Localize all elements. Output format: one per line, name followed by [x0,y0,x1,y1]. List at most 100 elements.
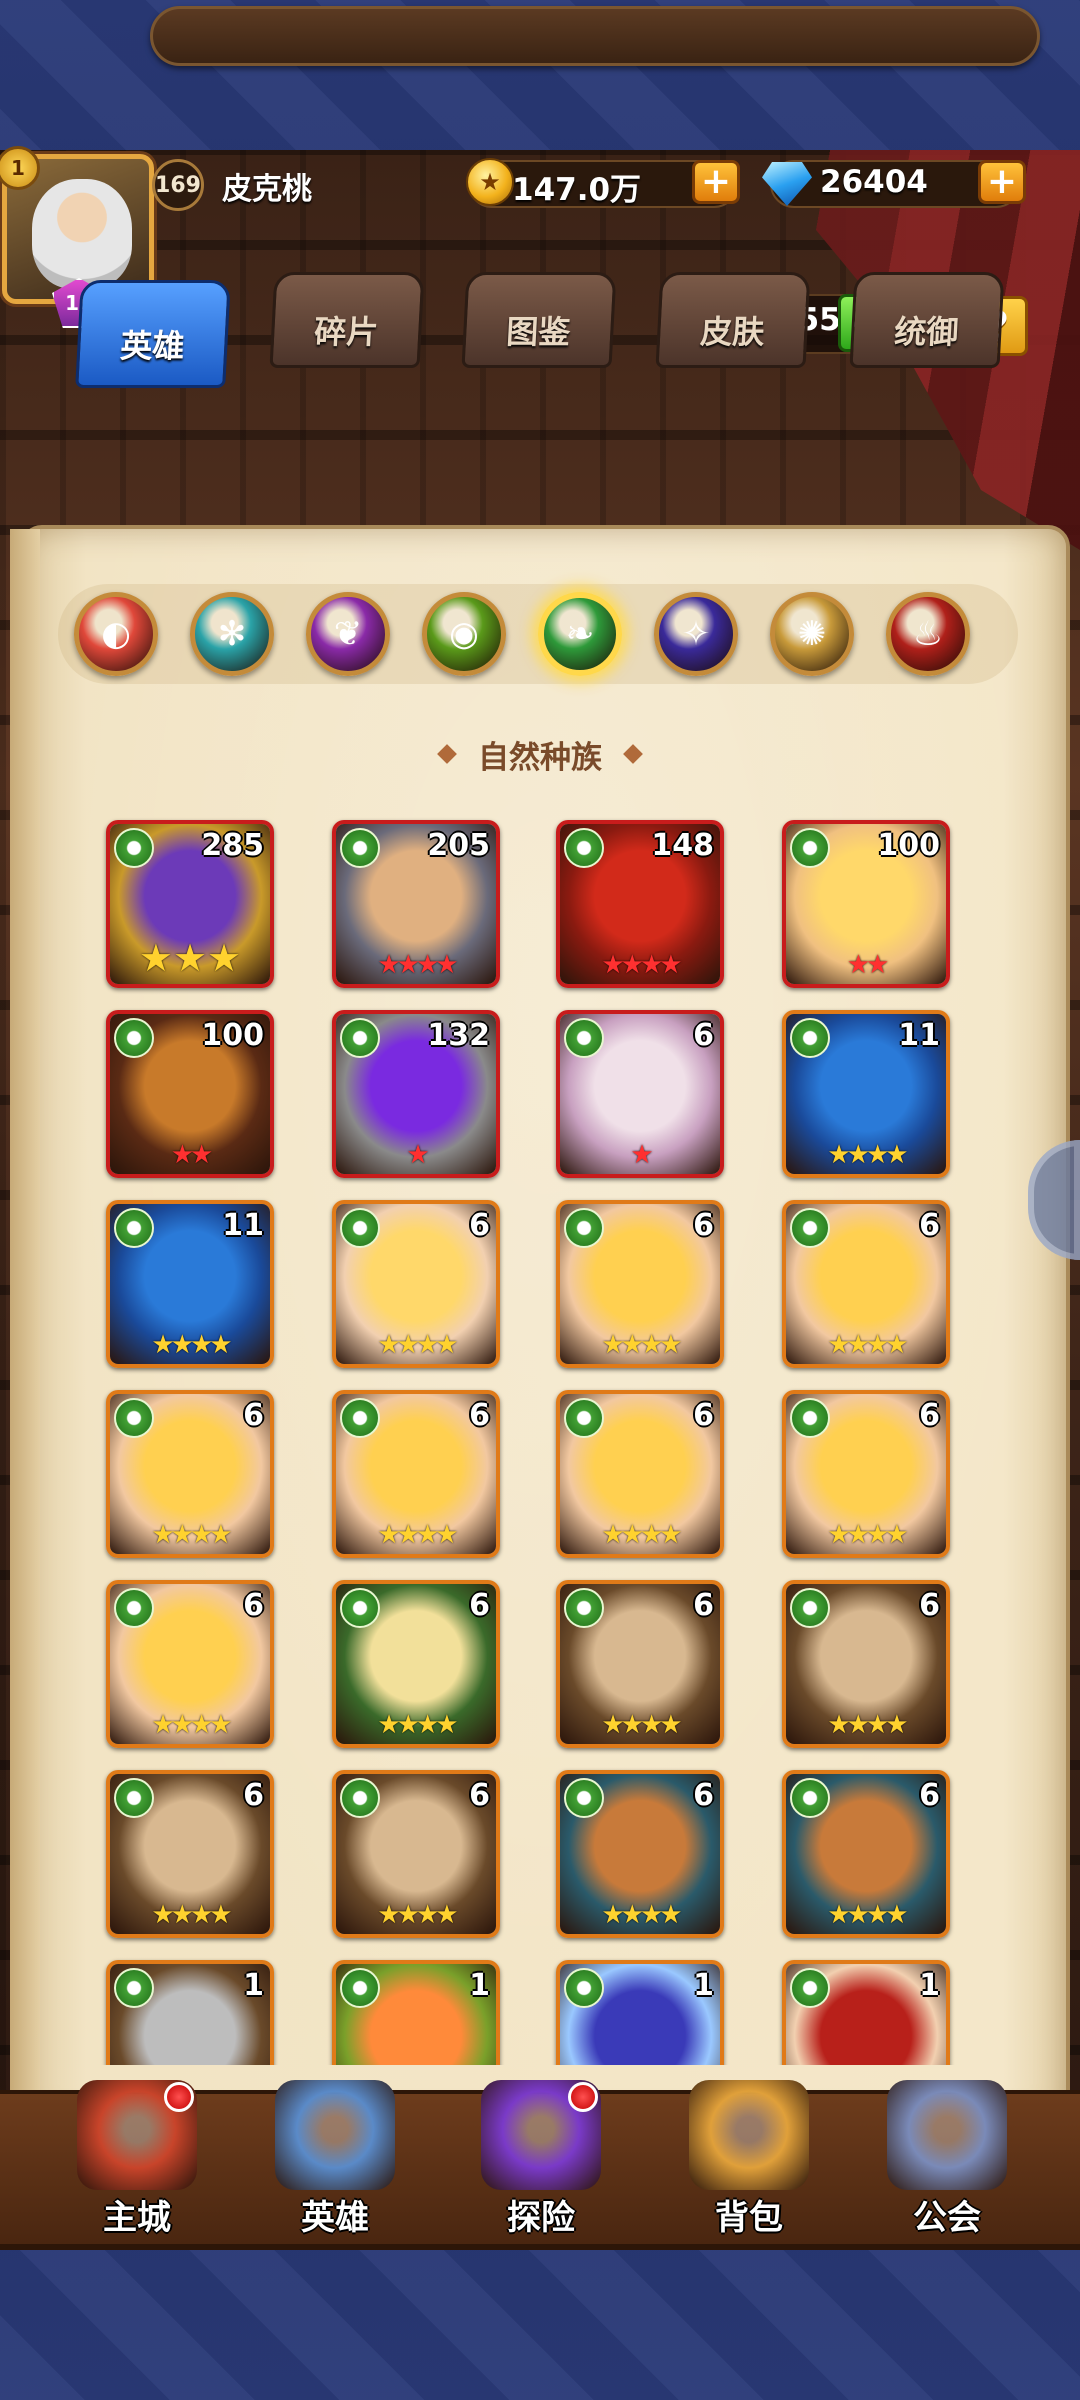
faction-filter-shadow[interactable]: ❦ [306,592,390,676]
hero-card[interactable]: ❧ 1 [782,1960,950,2065]
hero-level: 6 [693,1398,714,1433]
faction-filter-nature[interactable]: ❧ [538,592,622,676]
guild-icon [887,2080,1007,2190]
nav-item-hero[interactable]: 英雄 [250,2080,420,2240]
hero-card[interactable]: ❧ 6 ★★★★ [332,1580,500,1748]
hero-level: 132 [427,1018,490,1053]
nature-faction-icon: ❧ [790,1778,830,1818]
hero-card[interactable]: ❧ 6 ★★★★ [556,1200,724,1368]
hero-icon [275,2080,395,2190]
tab-command[interactable]: 统御 [849,272,1005,368]
hero-card[interactable]: ❧ 6 ★★★★ [106,1390,274,1558]
hero-card[interactable]: ❧ 6 ★★★★ [332,1770,500,1938]
hero-card[interactable]: ❧ 6 ★★★★ [782,1200,950,1368]
player-name: 皮克桃 [222,172,312,207]
nature-faction-icon: ❧ [565,614,595,654]
nav-item-guild[interactable]: 公会 [862,2080,1032,2240]
hero-card[interactable]: ❧ 1 [106,1960,274,2065]
hero-stars: ★★★★ [377,1520,458,1550]
hero-stars: ★★★★ [151,1900,232,1930]
hero-card[interactable]: ❧ 11 ★★★★ [106,1200,274,1368]
hero-stars: ★★ [846,950,890,980]
nav-item-backpack[interactable]: 背包 [664,2080,834,2240]
hero-card[interactable]: ❧ 1 [332,1960,500,2065]
hero-card[interactable]: ❧ 6 ★★★★ [782,1390,950,1558]
faction-filter-demon[interactable]: ✧ [654,592,738,676]
beast-faction-icon: ◉ [449,614,479,654]
faction-filter-fire[interactable]: ♨ [886,592,970,676]
hero-card[interactable]: ❧ 6 ★★★★ [106,1770,274,1938]
hero-level: 6 [693,1778,714,1813]
diamond-ornament-icon [623,744,643,764]
faction-filter-light[interactable]: ✺ [770,592,854,676]
demon-faction-icon: ✧ [681,614,711,654]
faction-filter-beast[interactable]: ◉ [422,592,506,676]
hero-level: 6 [693,1018,714,1053]
hero-stars: ★★★★ [827,1520,908,1550]
hero-stars: ★★★★ [827,1710,908,1740]
hero-level: 11 [898,1018,940,1053]
hero-card[interactable]: ❧ 132 ★ [332,1010,500,1178]
hero-card[interactable]: ❧ 6 ★ [556,1010,724,1178]
hero-card[interactable]: ❧ 100 ★★ [782,820,950,988]
nature-faction-icon: ❧ [564,1208,604,1248]
hero-stars: ★★★★ [377,1710,458,1740]
nav-label: 英雄 [301,2198,369,2238]
hero-card[interactable]: ❧ 6 ★★★★ [556,1390,724,1558]
nature-faction-icon: ❧ [340,1018,380,1058]
hero-card[interactable]: ❧ 205 ★★★★ [332,820,500,988]
hero-card[interactable]: ❧ 6 ★★★★ [782,1580,950,1748]
hero-card[interactable]: ❧ 148 ★★★★ [556,820,724,988]
add-gold-button[interactable]: + [692,160,740,204]
add-gems-button[interactable]: + [978,160,1026,204]
hero-card[interactable]: ❧ 6 ★★★★ [332,1390,500,1558]
hero-card[interactable]: ❧ 1 [556,1960,724,2065]
diamond-ornament-icon [437,744,457,764]
hero-level: 100 [201,1018,264,1053]
nav-item-portal[interactable]: 探险 [456,2080,626,2240]
hero-card[interactable]: ❧ 100 ★★ [106,1010,274,1178]
nature-faction-icon: ❧ [114,1398,154,1438]
tab-skins[interactable]: 皮肤 [655,272,811,368]
nav-label: 主城 [103,2198,171,2238]
nature-faction-icon: ❧ [114,1208,154,1248]
gold-amount: 147.0万 [512,172,642,208]
tab-heroes[interactable]: 英雄 [75,280,231,388]
hero-level: 6 [469,1588,490,1623]
hero-card[interactable]: ❧ 6 ★★★★ [332,1200,500,1368]
hero-card[interactable]: ❧ 6 ★★★★ [556,1770,724,1938]
nature-faction-icon: ❧ [790,828,830,868]
hero-level: 1 [469,1968,490,2003]
hero-card[interactable]: ❧ 6 ★★★★ [556,1580,724,1748]
hero-stars: ★★★★ [601,1520,682,1550]
hero-card[interactable]: ❧ 6 ★★★★ [782,1770,950,1938]
nature-faction-icon: ❧ [564,1778,604,1818]
hero-stars: ★★★★ [827,1330,908,1360]
hero-card[interactable]: ❧ 11 ★★★★ [782,1010,950,1178]
nature-faction-icon: ❧ [114,828,154,868]
gold-coin-icon: ★ [466,158,514,206]
hero-stars: ★★★★ [601,1710,682,1740]
hero-stars: ★★★★ [151,1520,232,1550]
hero-stars: ★★★★ [601,950,682,980]
water-faction-icon: ✻ [217,614,247,654]
shadow-faction-icon: ❦ [333,614,363,654]
nature-faction-icon: ❧ [340,1588,380,1628]
hero-card[interactable]: ❧ 285 ★★★ [106,820,274,988]
fire-faction-icon: ♨ [912,614,944,654]
hero-level: 205 [427,828,490,863]
tab-fragments[interactable]: 碎片 [269,272,425,368]
avatar-portrait [32,179,132,289]
nav-item-castle[interactable]: 主城 [52,2080,222,2240]
nature-faction-icon: ❧ [790,1018,830,1058]
hero-stars: ★★★★ [601,1330,682,1360]
nature-faction-icon: ❧ [340,828,380,868]
nature-faction-icon: ❧ [114,1018,154,1058]
hero-stars: ★★ [170,1140,214,1170]
hero-level: 285 [201,828,264,863]
faction-filter-all[interactable]: ◐ [74,592,158,676]
hero-level: 6 [919,1778,940,1813]
faction-filter-water[interactable]: ✻ [190,592,274,676]
tab-codex[interactable]: 图鉴 [461,272,617,368]
hero-card[interactable]: ❧ 6 ★★★★ [106,1580,274,1748]
